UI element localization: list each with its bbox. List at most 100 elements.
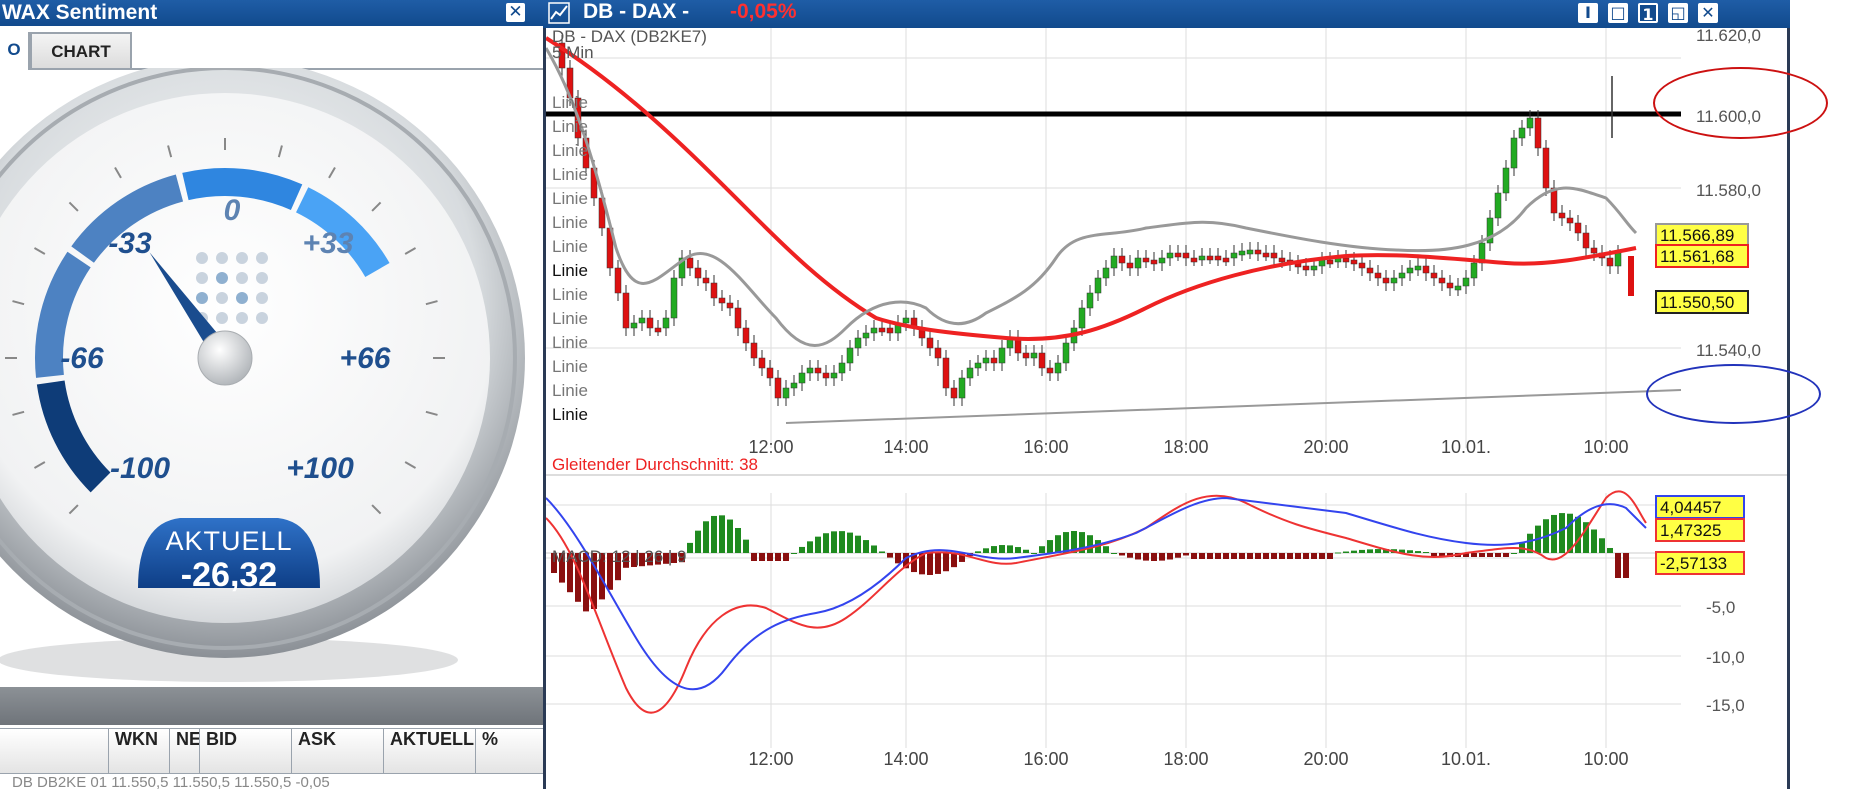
- gauge-label-p100: +100: [286, 452, 354, 485]
- ma-label: Gleitender Durchschnitt: 38: [552, 455, 758, 474]
- candle-body: [950, 387, 958, 399]
- candle-body: [670, 277, 678, 319]
- macd-histogram-bar: [1271, 553, 1277, 559]
- macd-histogram-bar: [1375, 549, 1381, 553]
- sentiment-title-bar[interactable]: WAX Sentiment ✕: [0, 0, 543, 26]
- candle-body: [958, 377, 966, 399]
- macd-histogram-bar: [1407, 550, 1413, 553]
- candle-body: [1022, 352, 1030, 359]
- macd-label: MACD: 12 | 26 | 9: [552, 547, 687, 566]
- macd-histogram-bar: [1623, 553, 1629, 578]
- candle-body: [622, 292, 630, 329]
- candle-body: [1382, 277, 1390, 284]
- gauge-current-label: AKTUELL: [165, 526, 292, 556]
- candle-body: [966, 367, 974, 379]
- macd-histogram-bar: [1223, 553, 1229, 559]
- table-row[interactable]: DB DB2KE 01 11.550,5 11.550,5 11.550,5 -…: [0, 772, 543, 789]
- legend-item-linie: Linie: [552, 261, 588, 280]
- macd-histogram-bar: [1423, 552, 1429, 554]
- macd-histogram-bar: [839, 531, 845, 553]
- macd-histogram-bar: [871, 545, 877, 553]
- macd-histogram-bar: [1199, 553, 1205, 559]
- legend-item-linie: Linie: [552, 93, 588, 112]
- col-wkn[interactable]: WKN: [108, 729, 169, 773]
- candle-body: [1542, 147, 1550, 189]
- candle-body: [1262, 252, 1270, 258]
- macd-histogram-bar: [1247, 553, 1253, 559]
- macd-histogram-bar: [1015, 547, 1021, 553]
- candle-body: [1462, 277, 1470, 287]
- candle-body: [870, 327, 878, 334]
- macd-histogram-bar: [951, 553, 957, 568]
- macd-histogram-bar: [767, 553, 773, 561]
- close-icon[interactable]: ✕: [506, 3, 525, 22]
- macd-histogram-bar: [1175, 553, 1181, 558]
- candle-body: [1230, 252, 1238, 259]
- candle-body: [1628, 256, 1634, 296]
- candle-body: [1502, 167, 1510, 194]
- macd-x-tick: 16:00: [1023, 749, 1068, 769]
- macd-x-tick: 20:00: [1303, 749, 1348, 769]
- candle-body: [934, 347, 942, 359]
- candle-body: [1166, 252, 1174, 259]
- candle-body: [742, 327, 750, 344]
- macd-histogram-bar: [799, 546, 805, 553]
- candle-body: [1078, 307, 1086, 329]
- macd-histogram-bar: [1295, 553, 1301, 559]
- window-button-detach-icon[interactable]: ◱: [1668, 3, 1688, 23]
- macd-histogram-bar: [1359, 549, 1365, 553]
- macd-histogram-bar: [775, 553, 781, 561]
- macd-histogram-bar: [1039, 546, 1045, 553]
- macd-histogram-bar: [1215, 553, 1221, 559]
- macd-histogram-bar: [1511, 553, 1517, 554]
- candle-body: [662, 317, 670, 329]
- macd-x-tick: 18:00: [1163, 749, 1208, 769]
- candle-body: [854, 337, 862, 349]
- candle-body: [1350, 259, 1358, 265]
- price-x-tick: 10:00: [1583, 437, 1628, 457]
- candle-body: [1206, 255, 1214, 261]
- candle-body: [1454, 285, 1462, 291]
- col-percent[interactable]: %: [475, 729, 543, 773]
- candle-body: [1110, 255, 1118, 269]
- col-bid[interactable]: BID: [199, 729, 291, 773]
- macd-histogram-bar: [991, 546, 997, 553]
- macd-x-tick: 10:00: [1583, 749, 1628, 769]
- window-button-info-icon[interactable]: I: [1578, 3, 1598, 23]
- tab-overview[interactable]: O: [0, 32, 30, 70]
- macd-histogram-bar: [1087, 535, 1093, 553]
- col-ask[interactable]: ASK: [291, 729, 383, 773]
- macd-histogram-bar: [1231, 553, 1237, 559]
- tab-chart[interactable]: CHART: [30, 32, 132, 68]
- legend-item-linie: Linie: [552, 237, 588, 256]
- chart-title-change: -0,05%: [730, 0, 797, 23]
- macd-histogram-bar: [791, 553, 797, 554]
- macd-histogram-bar: [999, 545, 1005, 553]
- col-aktuell[interactable]: AKTUELL: [383, 729, 475, 773]
- macd-histogram-bar: [879, 551, 885, 553]
- macd-histogram-bar: [815, 536, 821, 553]
- macd-histogram-bar: [1311, 553, 1317, 559]
- chart-canvas[interactable]: 11.620,011.600,011.580,011.540,012:00 14:…: [546, 28, 1787, 789]
- macd-histogram-bar: [1471, 553, 1477, 557]
- macd-histogram-bar: [1255, 553, 1261, 559]
- macd-histogram-bar: [823, 533, 829, 553]
- candle-body: [734, 307, 742, 329]
- candle-body: [1150, 259, 1158, 265]
- macd-y-tick: -15,0: [1706, 696, 1745, 715]
- price-tag-text: 11.550,50: [1660, 293, 1734, 312]
- window-button-layout-1-icon[interactable]: 1: [1638, 3, 1658, 24]
- candle-body: [726, 302, 734, 309]
- close-icon[interactable]: ✕: [1698, 3, 1718, 23]
- macd-histogram-bar: [1615, 553, 1621, 578]
- macd-histogram-bar: [1183, 553, 1189, 556]
- window-button-restore-icon[interactable]: □: [1608, 3, 1628, 23]
- macd-histogram-bar: [1047, 540, 1053, 553]
- price-tag-text: 11.561,68: [1660, 247, 1734, 266]
- macd-histogram-bar: [695, 530, 701, 553]
- candle-body: [1254, 249, 1262, 255]
- macd-histogram-bar: [983, 548, 989, 553]
- price-x-tick: 18:00: [1163, 437, 1208, 457]
- col-ne[interactable]: NE: [169, 729, 199, 773]
- candle-body: [774, 377, 782, 399]
